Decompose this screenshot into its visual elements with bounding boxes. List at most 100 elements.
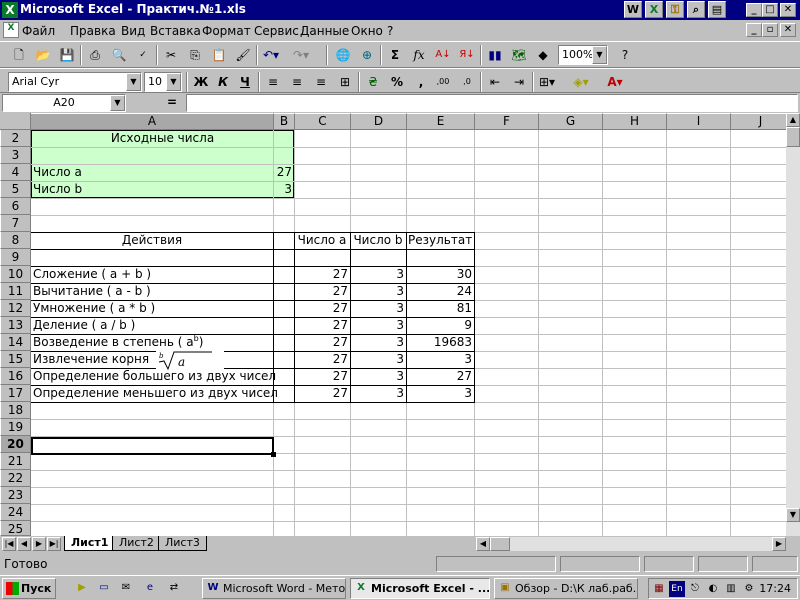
row-header-active[interactable]: 20 [0,436,31,453]
scroll-up-button[interactable]: ▲ [786,113,800,127]
search-icon[interactable]: ⌕ [687,1,705,18]
paste-icon[interactable]: 📋 [208,45,230,65]
tray-volume-icon[interactable]: ◐ [705,581,721,597]
operation-label[interactable]: Умножение ( a * b ) [31,300,157,317]
operation-a[interactable]: 27 [294,385,350,402]
doc-restore-button[interactable]: ▫ [762,23,778,37]
scroll-thumb[interactable] [786,127,800,147]
row-header[interactable]: 2 [0,130,31,147]
maximize-button[interactable]: □ [762,3,778,17]
percent-button[interactable]: % [386,72,408,92]
operation-a[interactable]: 27 [294,283,350,300]
first-sheet-button[interactable]: |◀ [2,537,16,551]
row-header[interactable]: 12 [0,300,31,317]
sheet-tab-2[interactable]: Лист2 [112,536,161,551]
new-icon[interactable]: 🗋 [8,45,30,65]
equals-button[interactable]: = [160,95,184,111]
italic-button[interactable]: К [212,72,234,92]
operation-a[interactable]: 27 [294,334,350,351]
language-indicator[interactable]: En [669,581,685,597]
column-header-b[interactable]: B [274,113,295,130]
underline-button[interactable]: Ч [234,72,256,92]
operation-result[interactable]: 27 [406,368,474,385]
row-header[interactable]: 17 [0,385,31,402]
operation-label[interactable]: Определение большего из двух чисел [31,368,278,385]
row-header[interactable]: 18 [0,402,31,419]
explorer-quick-icon[interactable]: ▶ [74,580,90,596]
row-header[interactable]: 3 [0,147,31,164]
desktop-quick-icon[interactable]: ▭ [96,580,112,596]
print-preview-icon[interactable]: 🔍 [108,45,130,65]
menu-format[interactable]: Формат [202,24,251,38]
sheet-tab-1[interactable]: Лист1 [64,536,116,551]
operation-label[interactable]: Вычитание ( a - b ) [31,283,153,300]
task-word[interactable]: W Microsoft Word - Мето... [202,578,346,599]
row-header[interactable]: 15 [0,351,31,368]
chevron-down-icon[interactable]: ▼ [592,46,607,64]
copy-icon[interactable]: ⎘ [184,45,206,65]
operation-b[interactable]: 3 [350,317,406,334]
column-header-f[interactable]: F [475,113,539,130]
row-header[interactable]: 14 [0,334,31,351]
zoom-select[interactable]: 100% ▼ [558,45,608,65]
doc-minimize-button[interactable]: _ [746,23,762,37]
row-header[interactable]: 24 [0,504,31,521]
sort-asc-icon[interactable]: A↓ [432,45,454,65]
keys-icon[interactable]: ⚿ [666,1,684,18]
row-header[interactable]: 22 [0,470,31,487]
align-center-icon[interactable]: ≡ [286,72,308,92]
column-header-e[interactable]: E [407,113,475,130]
column-header-i[interactable]: I [667,113,731,130]
operation-result[interactable]: 24 [406,283,474,300]
close-button[interactable]: ✕ [780,3,796,17]
increase-decimal-button[interactable]: ,00 [432,72,454,92]
row-header[interactable]: 23 [0,487,31,504]
hscroll-thumb[interactable] [490,537,510,551]
row-header[interactable]: 4 [0,164,31,181]
sort-desc-icon[interactable]: Я↓ [456,45,478,65]
borders-icon[interactable]: ⊞▾ [536,72,558,92]
help-icon[interactable]: ? [614,45,636,65]
chevron-down-icon[interactable]: ▼ [110,95,125,111]
header-action[interactable]: Действия [31,232,273,249]
column-header-h[interactable]: H [603,113,667,130]
menu-file[interactable]: Файл [22,24,55,38]
scroll-down-button[interactable]: ▼ [786,508,800,522]
operation-b[interactable]: 3 [350,385,406,402]
tray-network-icon[interactable]: ⎋ [687,581,703,597]
row-header[interactable]: 9 [0,249,31,266]
scroll-left-button[interactable]: ◀ [476,537,490,551]
fill-color-icon[interactable]: ◈▾ [570,72,592,92]
column-header-d[interactable]: D [351,113,407,130]
map-icon[interactable]: 🗺 [508,45,530,65]
task-explorer[interactable]: ▣ Обзор - D:\К лаб.раб... [494,578,638,599]
operation-b[interactable]: 3 [350,368,406,385]
scroll-right-button[interactable]: ▶ [772,537,786,551]
document-icon[interactable]: X [3,22,19,38]
task-excel[interactable]: X Microsoft Excel - ... [350,578,490,599]
operation-label[interactable]: Извлечение корня [31,351,151,368]
comma-button[interactable]: , [410,72,432,92]
merge-center-icon[interactable]: ⊞ [334,72,356,92]
row-header[interactable]: 19 [0,419,31,436]
last-sheet-button[interactable]: ▶| [47,537,61,551]
next-sheet-button[interactable]: ▶ [32,537,46,551]
operation-a[interactable]: 27 [294,351,350,368]
menu-data[interactable]: Данные [300,24,349,38]
autosum-icon[interactable]: Σ [384,45,406,65]
font-color-icon[interactable]: A▾ [604,72,626,92]
select-all-corner[interactable] [0,113,31,130]
tray-app-icon[interactable]: ▦ [651,581,667,597]
row-header[interactable]: 8 [0,232,31,249]
name-box[interactable]: A20 ▼ [2,94,126,112]
clock[interactable]: 17:24 [759,582,791,595]
formula-input[interactable] [186,94,798,112]
row-header[interactable]: 16 [0,368,31,385]
column-header-j[interactable]: J [731,113,786,130]
decrease-indent-icon[interactable]: ⇤ [484,72,506,92]
decrease-decimal-button[interactable]: ,0 [456,72,478,92]
operation-a[interactable]: 27 [294,368,350,385]
operation-a[interactable]: 27 [294,317,350,334]
redo-icon[interactable]: ↷▾ [290,45,312,65]
spelling-icon[interactable]: ✓ [132,45,154,65]
